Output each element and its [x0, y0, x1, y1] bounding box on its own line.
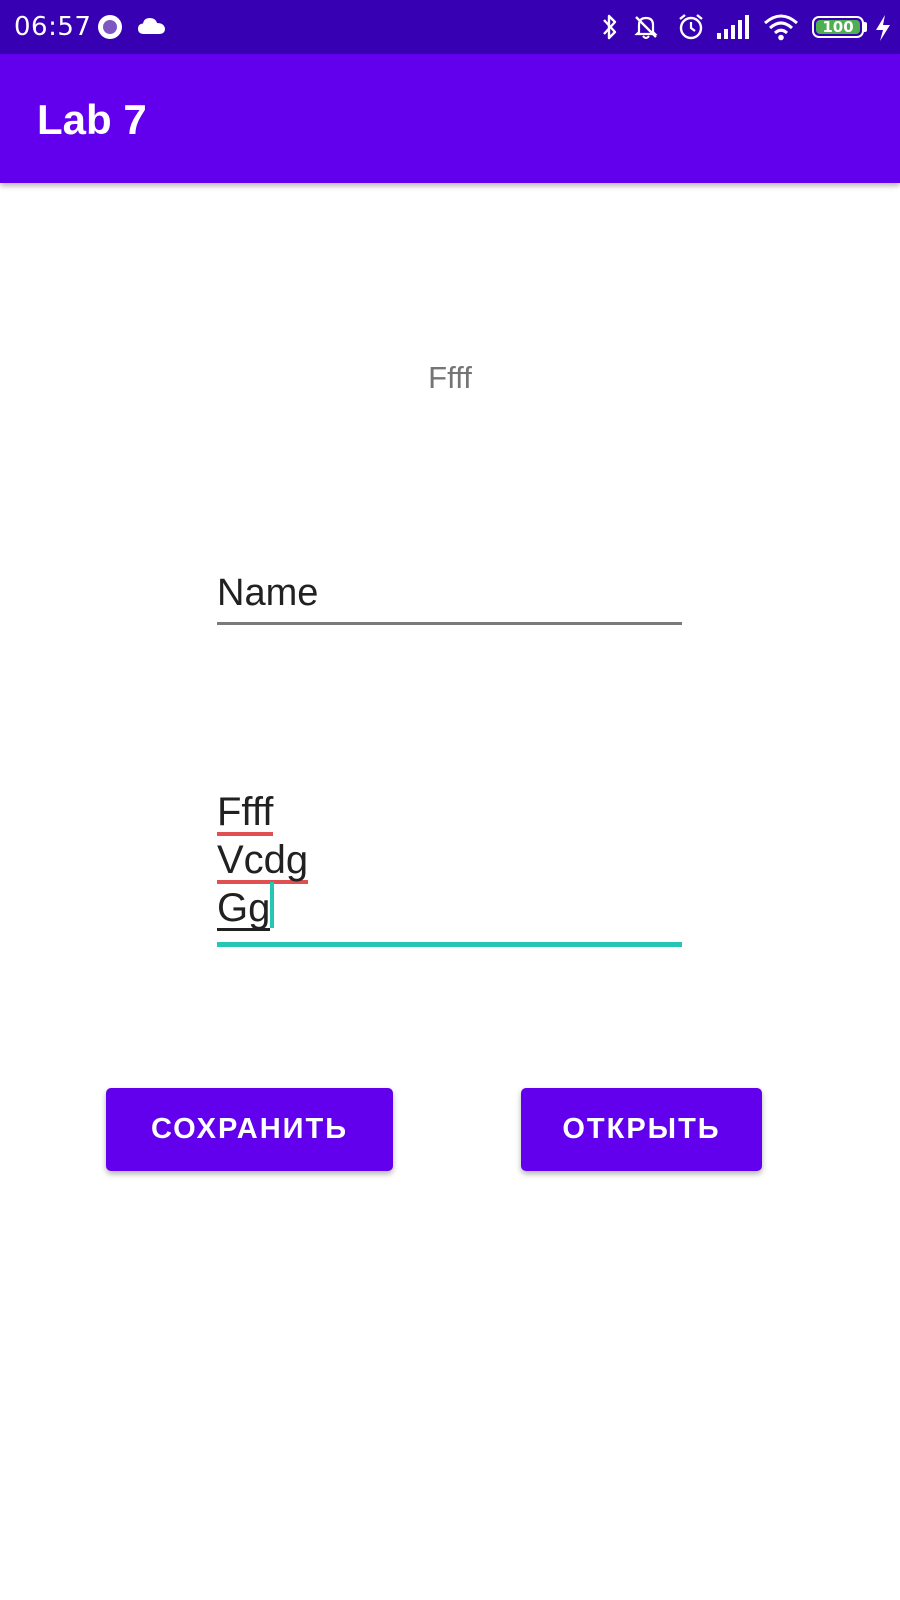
text-line: Gg — [217, 882, 308, 932]
app-bar: Lab 7 — [0, 54, 900, 183]
wifi-icon — [764, 14, 798, 41]
text-line: Ffff — [217, 788, 308, 836]
text-line: Vcdg — [217, 836, 309, 884]
app-notification-icon — [98, 15, 122, 39]
battery-icon: 100 — [812, 16, 864, 38]
vibrate-off-icon — [634, 16, 658, 39]
open-button[interactable]: ОТКРЫТЬ — [521, 1088, 762, 1171]
status-bar: 06:57 100 — [0, 0, 900, 54]
output-label: Ffff — [428, 360, 472, 395]
bluetooth-icon — [603, 14, 617, 40]
name-input-underline — [217, 622, 682, 625]
alarm-icon — [679, 14, 703, 40]
name-input[interactable]: Name — [217, 566, 682, 626]
save-button[interactable]: СОХРАНИТЬ — [106, 1088, 393, 1171]
battery-tip — [864, 22, 867, 32]
composing-word: Gg — [217, 886, 271, 931]
charging-icon — [876, 15, 890, 41]
multiline-text-input[interactable]: Ffff Vcdg Gg — [217, 788, 682, 950]
multiline-input-underline — [217, 942, 682, 947]
spellcheck-word: Vcdg — [217, 838, 309, 884]
name-input-value: Name — [217, 572, 319, 614]
text-cursor — [270, 882, 275, 928]
spellcheck-word: Ffff — [217, 790, 274, 836]
status-time: 06:57 — [14, 12, 92, 42]
signal-icon — [717, 15, 749, 39]
battery-level: 100 — [822, 18, 854, 36]
cloud-icon — [138, 18, 165, 34]
app-title: Lab 7 — [37, 96, 147, 143]
